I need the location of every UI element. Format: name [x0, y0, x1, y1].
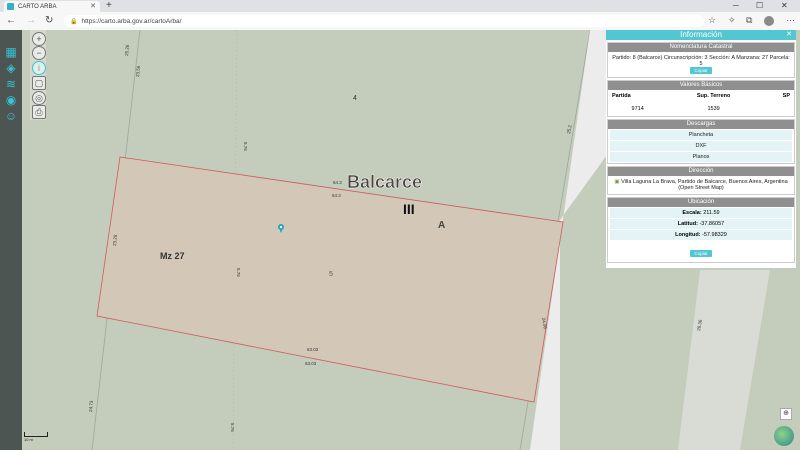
- column-header: SP: [782, 93, 790, 99]
- section-label: A: [438, 220, 445, 231]
- url-text: https://carto.arba.gov.ar/cartoArba/: [81, 17, 182, 25]
- dimension-label: 63.03: [305, 361, 317, 366]
- scale-bar: 10 m: [24, 432, 50, 444]
- layers-icon[interactable]: ◈: [3, 60, 19, 76]
- more-icon[interactable]: ⋯: [786, 15, 795, 26]
- browser-toolbar: ← → ↻ 🔒 https://carto.arba.gov.ar/cartoA…: [0, 12, 800, 31]
- dimension-label: 64.3: [332, 193, 341, 198]
- dimension-label: 23.28: [112, 234, 118, 246]
- close-window-icon[interactable]: ✕: [781, 1, 788, 10]
- zoom-in-icon[interactable]: +: [32, 32, 46, 46]
- longitud-label: Longitud:: [675, 232, 701, 238]
- escala-label: Escala:: [682, 210, 702, 216]
- tab-bar: CARTO ARBA ✕ + ─ ☐ ✕: [0, 0, 800, 12]
- info-icon[interactable]: i: [32, 61, 46, 75]
- direccion-header: Dirección: [608, 167, 794, 176]
- nomenclatura-header: Nomenclatura Catastral: [608, 43, 794, 52]
- latitud-label: Latitud:: [677, 221, 698, 227]
- direccion-body: ▣ Villa Laguna La Brava, Partido de Balc…: [608, 176, 794, 194]
- collections-icon[interactable]: ⧉: [746, 15, 752, 26]
- valores-section: Valores Básicos Partida Sup. Terreno SP …: [607, 80, 795, 117]
- column-header: Sup. Terreno: [696, 93, 731, 99]
- nomenclatura-section: Nomenclatura Catastral Partido: 8 (Balca…: [607, 42, 795, 78]
- sup-terreno-cell: 1539: [707, 106, 720, 112]
- panel-header: Información ✕: [606, 30, 796, 40]
- dimension-label: 5.76: [243, 142, 248, 151]
- panel-title: Información: [680, 30, 722, 39]
- dimension-label: 5.76: [236, 268, 241, 277]
- longitud-row: Longitud: -57.98329: [610, 230, 792, 240]
- stack-icon[interactable]: ≋: [3, 76, 19, 92]
- measure-icon[interactable]: ◎: [32, 91, 46, 105]
- zoom-out-icon[interactable]: −: [32, 46, 46, 60]
- close-tab-icon[interactable]: ✕: [90, 2, 96, 10]
- table-row: 9714 1539: [608, 102, 794, 116]
- latitud-value: -37.86057: [699, 221, 725, 227]
- descargas-header: Descargas: [608, 120, 794, 129]
- nomenclatura-value: Partido: 8 (Balcarce) Circunscripción: 3…: [612, 55, 790, 67]
- longitud-value: -57.98329: [702, 232, 727, 238]
- dimension-label: 24.73: [88, 400, 94, 412]
- city-label: Balcarce: [347, 172, 422, 192]
- maximize-icon[interactable]: ☐: [756, 1, 763, 10]
- roman-label: III: [403, 201, 415, 217]
- partida-cell: 9714: [631, 106, 644, 112]
- new-tab-button[interactable]: +: [106, 0, 112, 11]
- download-dxf-link[interactable]: DXF: [610, 141, 792, 151]
- dimension-label: 5.76: [230, 423, 235, 432]
- descargas-section: Descargas Plancheta DXF Planos: [607, 119, 795, 164]
- direccion-text: Villa Laguna La Brava, Partido de Balcar…: [621, 179, 788, 191]
- basemap-globe-icon[interactable]: [774, 426, 794, 446]
- star-icon[interactable]: ☆: [708, 15, 716, 26]
- parcel-number: 5: [329, 271, 333, 278]
- ubicacion-header: Ubicación: [608, 198, 794, 207]
- parcel-number: 4: [353, 95, 357, 102]
- nomenclatura-text: Partido: 8 (Balcarce) Circunscripción: 3…: [608, 52, 794, 77]
- back-arrow-icon[interactable]: ←: [6, 15, 16, 26]
- dimension-label: 63.03: [307, 347, 319, 352]
- copy-nomenclatura-button[interactable]: Copiar: [690, 67, 712, 74]
- latitud-row: Latitud: -37.86057: [610, 219, 792, 229]
- valores-header: Valores Básicos: [608, 81, 794, 90]
- block-label: Mz 27: [160, 251, 185, 261]
- select-box-icon[interactable]: ▢: [32, 76, 46, 90]
- escala-row: Escala: 211.59: [610, 208, 792, 218]
- user-icon[interactable]: ☺: [3, 108, 19, 124]
- address-bar[interactable]: 🔒 https://carto.arba.gov.ar/cartoArba/: [64, 15, 704, 27]
- favicon-icon: [7, 3, 14, 10]
- info-panel: Información ✕ Nomenclatura Catastral Par…: [606, 30, 796, 268]
- direccion-section: Dirección ▣ Villa Laguna La Brava, Parti…: [607, 166, 795, 195]
- left-toolbar: ▦ ◈ ≋ ◉ ☺: [0, 30, 22, 450]
- valores-table: Partida Sup. Terreno SP 9714 1539: [608, 90, 794, 116]
- print-icon[interactable]: ⎙: [32, 105, 46, 119]
- profile-avatar[interactable]: [764, 16, 774, 26]
- copy-ubicacion-button[interactable]: Copiar: [690, 250, 712, 257]
- forward-arrow-icon[interactable]: →: [26, 15, 36, 26]
- column-header: Partida: [612, 93, 631, 99]
- dimension-label: 64.3: [333, 180, 342, 185]
- sp-cell: [760, 102, 794, 116]
- map-icon: ▣: [614, 179, 620, 185]
- escala-value: 211.59: [703, 210, 720, 216]
- lock-icon[interactable]: 🔒: [70, 18, 77, 25]
- buildings-icon[interactable]: ▦: [3, 44, 19, 60]
- pin-icon[interactable]: ◉: [3, 92, 19, 108]
- close-icon[interactable]: ✕: [786, 30, 792, 40]
- locate-icon[interactable]: ⊕: [780, 408, 792, 420]
- tab-title: CARTO ARBA: [18, 3, 57, 10]
- minimize-icon[interactable]: ─: [733, 1, 739, 10]
- ubicacion-section: Ubicación Escala: 211.59 Latitud: -37.86…: [607, 197, 795, 263]
- dimension-label: 23.56: [135, 65, 141, 77]
- scale-label: 10 m: [24, 437, 33, 442]
- download-planos-link[interactable]: Planos: [610, 152, 792, 162]
- map-tools: + − i ▢ ◎ ⎙: [30, 30, 46, 120]
- dimension-label: 25.26: [124, 44, 130, 56]
- download-plancheta-link[interactable]: Plancheta: [610, 130, 792, 140]
- browser-tab[interactable]: CARTO ARBA ✕: [4, 1, 100, 12]
- extensions-icon[interactable]: ✧: [728, 15, 736, 26]
- refresh-icon[interactable]: ↻: [45, 15, 53, 26]
